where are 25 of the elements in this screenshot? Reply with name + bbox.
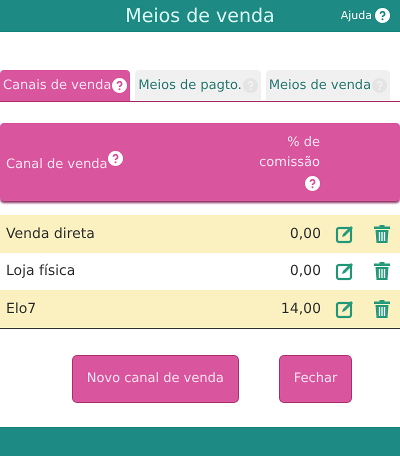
table-cell-text: Venda direta xyxy=(6,226,96,242)
close-button[interactable]: Fechar xyxy=(278,354,352,402)
tab[interactable]: Meios de pagto. xyxy=(135,70,261,101)
table-cell-text: Elo7 xyxy=(6,300,38,317)
tab[interactable]: Canais de venda xyxy=(0,70,130,101)
trash-icon[interactable] xyxy=(372,224,392,244)
help-icon xyxy=(112,78,128,93)
page-title: Meios de venda xyxy=(125,5,275,27)
trash-icon[interactable] xyxy=(372,298,392,319)
column-header: % de comissão xyxy=(258,134,320,172)
new-channel-button[interactable]: Novo canal de venda xyxy=(72,354,239,402)
edit-icon[interactable] xyxy=(335,224,355,244)
help-link[interactable]: Ajuda xyxy=(340,8,390,23)
table-cell-text: Loja física xyxy=(6,263,76,280)
table-cell: 0,00 xyxy=(290,226,321,242)
help-icon xyxy=(305,176,320,191)
trash-icon[interactable] xyxy=(372,261,392,282)
help-icon xyxy=(108,150,123,166)
edit-icon[interactable] xyxy=(335,261,355,282)
column-header: Canal de venda xyxy=(6,156,108,172)
tab[interactable]: Meios de venda xyxy=(266,70,390,101)
help-icon xyxy=(375,8,390,23)
table-cell: 0,00 xyxy=(290,263,321,280)
edit-icon[interactable] xyxy=(335,298,355,319)
table-cell: 14,00 xyxy=(280,300,321,317)
